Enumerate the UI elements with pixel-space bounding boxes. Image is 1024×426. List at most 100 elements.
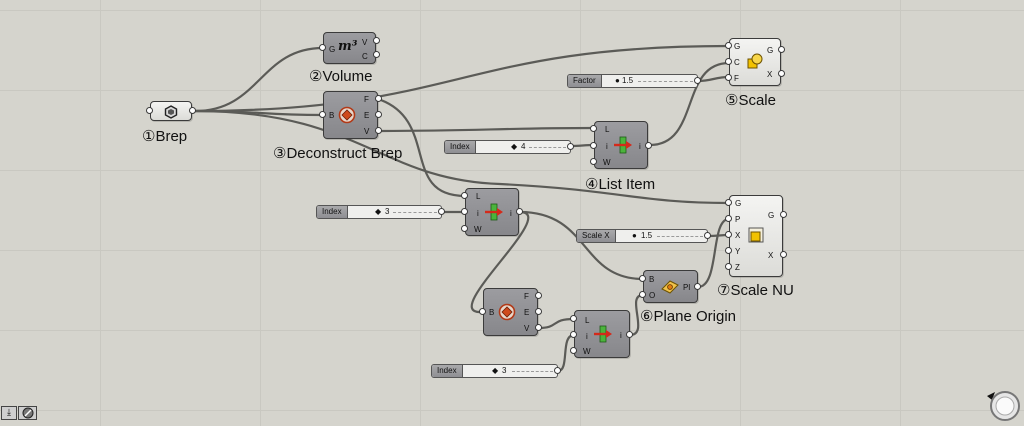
scale-input-g: G [734, 42, 741, 51]
list-item-3-output-i: i [620, 331, 622, 340]
scale-port-f-in[interactable] [725, 74, 732, 81]
index-slider-1[interactable]: Index ◆ 4 [444, 140, 571, 154]
deconstruct-2-port-b[interactable] [479, 308, 486, 315]
scale-nu-port-x-in[interactable] [725, 231, 732, 238]
wire-list2-plane [518, 210, 645, 281]
deconstruct-port-f[interactable] [375, 95, 382, 102]
scale-port-g-in[interactable] [725, 42, 732, 49]
list-item-2-port-i[interactable] [461, 208, 468, 215]
scale-x-slider[interactable]: Scale X ● 1.5 [576, 229, 708, 243]
list-item-2-port-l[interactable] [461, 192, 468, 199]
volume-output-c: C [362, 52, 368, 61]
scale-nu-input-z: Z [735, 263, 740, 272]
list-item-3-port-out[interactable] [626, 331, 633, 338]
index-slider-3-value: 3 [502, 366, 507, 375]
scale-nu-port-p-in[interactable] [725, 215, 732, 222]
index-slider-3-knob[interactable]: ◆ [492, 365, 498, 377]
volume-icon: m³ [338, 39, 358, 54]
preview-icon[interactable] [18, 406, 37, 420]
list-item-1-port-i[interactable] [590, 142, 597, 149]
list-item-3-input-i: i [586, 332, 588, 341]
brep-input-port[interactable] [146, 107, 153, 114]
scale-nu-caption: ⑦Scale NU [717, 282, 794, 299]
scale-nu-icon [747, 226, 765, 248]
scale-output-x: X [767, 70, 773, 79]
index-slider-1-track[interactable] [529, 147, 566, 148]
scale-output-g: G [767, 46, 774, 55]
volume-port-c[interactable] [373, 51, 380, 58]
plane-origin-input-b: B [649, 275, 655, 284]
index-slider-1-name: Index [445, 141, 476, 153]
list-item-component-1[interactable]: L i W i [594, 121, 648, 169]
scale-nu-port-g-in[interactable] [725, 199, 732, 206]
scale-port-x-out[interactable] [778, 70, 785, 77]
deconstruct-2-port-e[interactable] [535, 308, 542, 315]
list-item-3-port-l[interactable] [570, 315, 577, 322]
factor-slider-track[interactable] [638, 81, 693, 82]
scale-nu-port-x-out[interactable] [780, 251, 787, 258]
index-slider-2-track[interactable] [393, 212, 437, 213]
factor-slider[interactable]: Factor 1.5 ● [567, 74, 698, 88]
index-slider-2-port[interactable] [438, 208, 445, 215]
deconstruct-port-e[interactable] [375, 111, 382, 118]
plane-origin-port-out[interactable] [694, 283, 701, 290]
volume-component[interactable]: G m³ V C [323, 32, 376, 64]
list-item-2-port-w[interactable] [461, 225, 468, 232]
deconstruct-port-b[interactable] [319, 111, 326, 118]
list-item-1-output-i: i [639, 142, 641, 151]
zoom-widget-icon[interactable] [985, 388, 1021, 422]
list-item-caption: ④List Item [585, 176, 656, 193]
list-item-component-2[interactable]: L i W i [465, 188, 519, 236]
scale-port-c-in[interactable] [725, 58, 732, 65]
list-item-3-input-l: L [585, 316, 590, 325]
wire-brep-deconstruct [193, 109, 325, 117]
volume-port-g[interactable] [319, 44, 326, 51]
deconstruct-port-v[interactable] [375, 127, 382, 134]
scale-nu-port-y-in[interactable] [725, 247, 732, 254]
list-item-3-port-i[interactable] [570, 331, 577, 338]
list-item-component-3[interactable]: L i W i [574, 310, 630, 358]
deconstruct-brep-component[interactable]: B F E V [323, 91, 378, 139]
scale-nu-port-g-out[interactable] [780, 211, 787, 218]
scale-nu-port-z-in[interactable] [725, 263, 732, 270]
brep-output-port[interactable] [189, 107, 196, 114]
scale-nu-component[interactable]: G P X Y Z G X [729, 195, 783, 277]
scale-nu-input-p: P [735, 215, 741, 224]
deconstruct-2-port-v[interactable] [535, 324, 542, 331]
scale-port-g-out[interactable] [778, 46, 785, 53]
download-icon[interactable]: ⤓ [1, 406, 17, 420]
index-slider-3-track[interactable] [512, 371, 553, 372]
list-item-1-port-w[interactable] [590, 158, 597, 165]
index-slider-3[interactable]: Index ◆ 3 [431, 364, 558, 378]
brep-param[interactable] [150, 101, 192, 121]
plane-origin-port-b[interactable] [639, 275, 646, 282]
factor-slider-knob[interactable]: ● [615, 75, 620, 87]
index-slider-3-name: Index [432, 365, 463, 377]
deconstruct-output-e: E [364, 111, 370, 120]
scale-x-slider-knob[interactable]: ● [632, 230, 637, 242]
deconstruct-2-output-v: V [524, 324, 530, 333]
index-slider-2[interactable]: Index ◆ 3 [316, 205, 442, 219]
index-slider-1-port[interactable] [567, 143, 574, 150]
scale-x-slider-track[interactable] [657, 236, 703, 237]
index-slider-1-knob[interactable]: ◆ [511, 141, 517, 153]
index-slider-2-value: 3 [385, 207, 390, 216]
list-item-1-port-l[interactable] [590, 125, 597, 132]
list-item-1-port-out[interactable] [645, 142, 652, 149]
index-slider-2-knob[interactable]: ◆ [375, 206, 381, 218]
factor-slider-name: Factor [568, 75, 602, 87]
wire-de2-v-list3 [536, 317, 576, 330]
scale-x-slider-port[interactable] [704, 232, 711, 239]
list-item-3-port-w[interactable] [570, 347, 577, 354]
index-slider-3-port[interactable] [554, 367, 561, 374]
factor-slider-port[interactable] [694, 77, 701, 84]
scale-component[interactable]: G C F G X [729, 38, 781, 86]
plane-origin-component[interactable]: B O Pl [643, 270, 698, 303]
deconstruct-brep-component-2[interactable]: B F E V [483, 288, 538, 336]
scale-nu-input-x: X [735, 231, 741, 240]
volume-port-v[interactable] [373, 37, 380, 44]
list-item-2-input-w: W [474, 225, 482, 234]
deconstruct-2-port-f[interactable] [535, 292, 542, 299]
list-item-2-port-out[interactable] [516, 208, 523, 215]
plane-origin-port-o[interactable] [639, 291, 646, 298]
